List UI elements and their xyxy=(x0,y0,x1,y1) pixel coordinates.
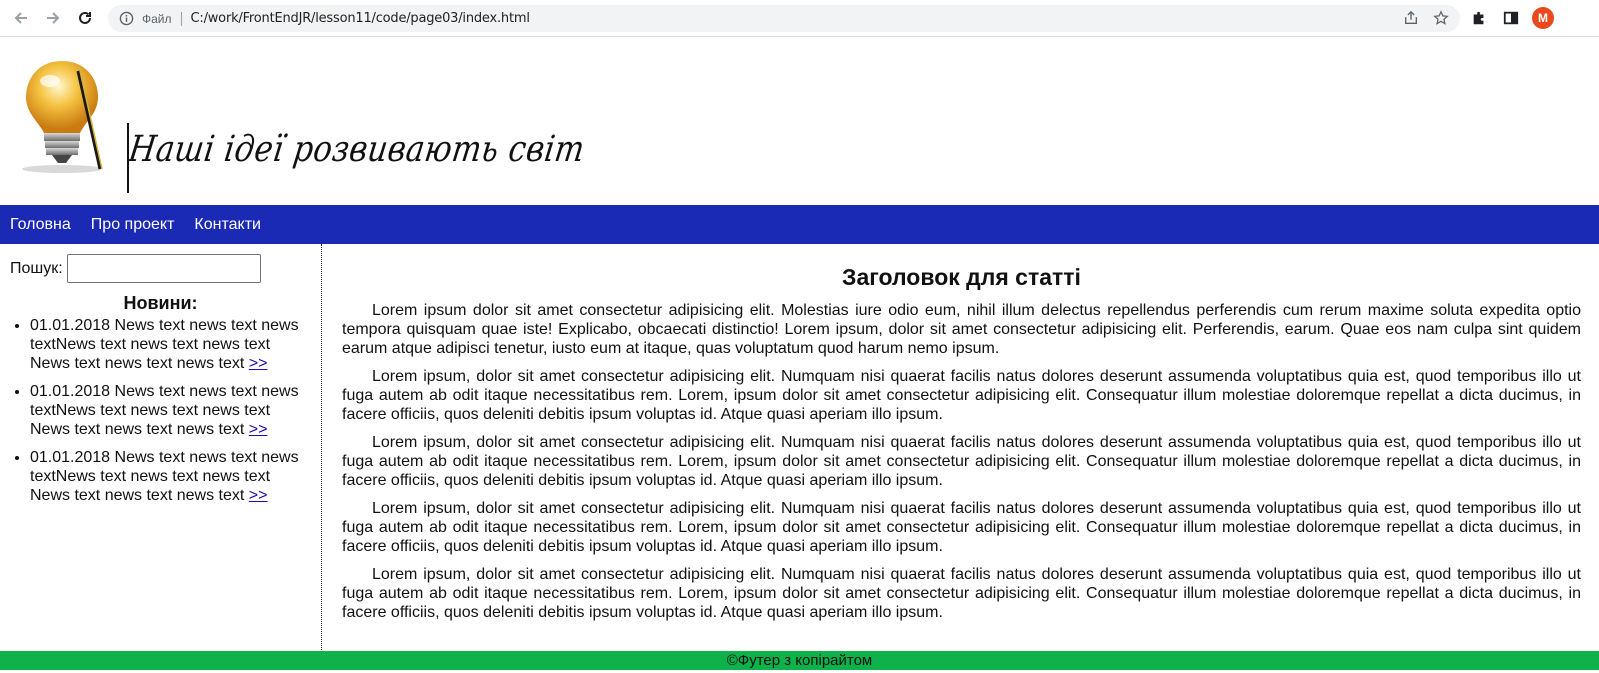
article-paragraph: Lorem ipsum, dolor sit amet consectetur … xyxy=(342,368,1581,423)
sidebar: Пошук: Новини: 01.01.2018 News text news… xyxy=(0,244,322,650)
profile-avatar[interactable]: M xyxy=(1532,7,1554,29)
main-menu: Головна Про проект Контакти xyxy=(0,205,1599,244)
reload-icon[interactable] xyxy=(69,2,101,34)
file-label: Файл xyxy=(142,11,172,26)
article-paragraph: Lorem ipsum dolor sit amet consectetur a… xyxy=(342,302,1581,357)
news-more-link[interactable]: >> xyxy=(249,487,268,504)
search-row: Пошук: xyxy=(10,254,311,283)
site-footer: ©Футер з копірайтом xyxy=(0,651,1599,670)
news-item: 01.01.2018 News text news text news text… xyxy=(30,316,311,373)
extensions-puzzle-icon[interactable] xyxy=(1468,6,1490,30)
address-separator xyxy=(180,11,182,26)
address-bar[interactable]: Файл C:/work/FrontEndJR/lesson11/code/pa… xyxy=(108,5,1460,32)
news-more-link[interactable]: >> xyxy=(249,355,268,372)
site-header: Наші ідеї розвивають світ xyxy=(0,37,1599,205)
info-icon[interactable] xyxy=(118,11,134,27)
news-title: Новини: xyxy=(123,293,198,313)
side-panel-icon[interactable] xyxy=(1500,6,1522,30)
news-list: 01.01.2018 News text news text news text… xyxy=(10,316,311,505)
article-paragraph: Lorem ipsum, dolor sit amet consectetur … xyxy=(342,434,1581,489)
article-paragraph: Lorem ipsum, dolor sit amet consectetur … xyxy=(342,500,1581,555)
menu-item-about[interactable]: Про проект xyxy=(91,216,175,234)
back-arrow-icon[interactable] xyxy=(5,2,37,34)
news-more-link[interactable]: >> xyxy=(249,421,268,438)
search-input[interactable] xyxy=(66,254,261,283)
search-label: Пошук: xyxy=(10,259,63,277)
lightbulb-logo-icon xyxy=(22,61,103,173)
site-slogan: Наші ідеї розвивають світ xyxy=(126,129,588,170)
share-icon[interactable] xyxy=(1402,9,1420,27)
content-area: Пошук: Новини: 01.01.2018 News text news… xyxy=(0,244,1599,650)
article: Заголовок для статті Lorem ipsum dolor s… xyxy=(322,244,1599,650)
url-text[interactable]: C:/work/FrontEndJR/lesson11/code/page03/… xyxy=(191,11,530,26)
news-item: 01.01.2018 News text news text news text… xyxy=(30,382,311,439)
bookmark-star-icon[interactable] xyxy=(1432,9,1450,27)
browser-toolbar: Файл C:/work/FrontEndJR/lesson11/code/pa… xyxy=(0,0,1599,37)
news-item: 01.01.2018 News text news text news text… xyxy=(30,448,311,505)
article-title: Заголовок для статті xyxy=(842,264,1081,290)
menu-item-contacts[interactable]: Контакти xyxy=(194,216,261,234)
forward-arrow-icon[interactable] xyxy=(37,2,69,34)
menu-item-home[interactable]: Головна xyxy=(10,216,71,234)
article-paragraph: Lorem ipsum, dolor sit amet consectetur … xyxy=(342,566,1581,621)
